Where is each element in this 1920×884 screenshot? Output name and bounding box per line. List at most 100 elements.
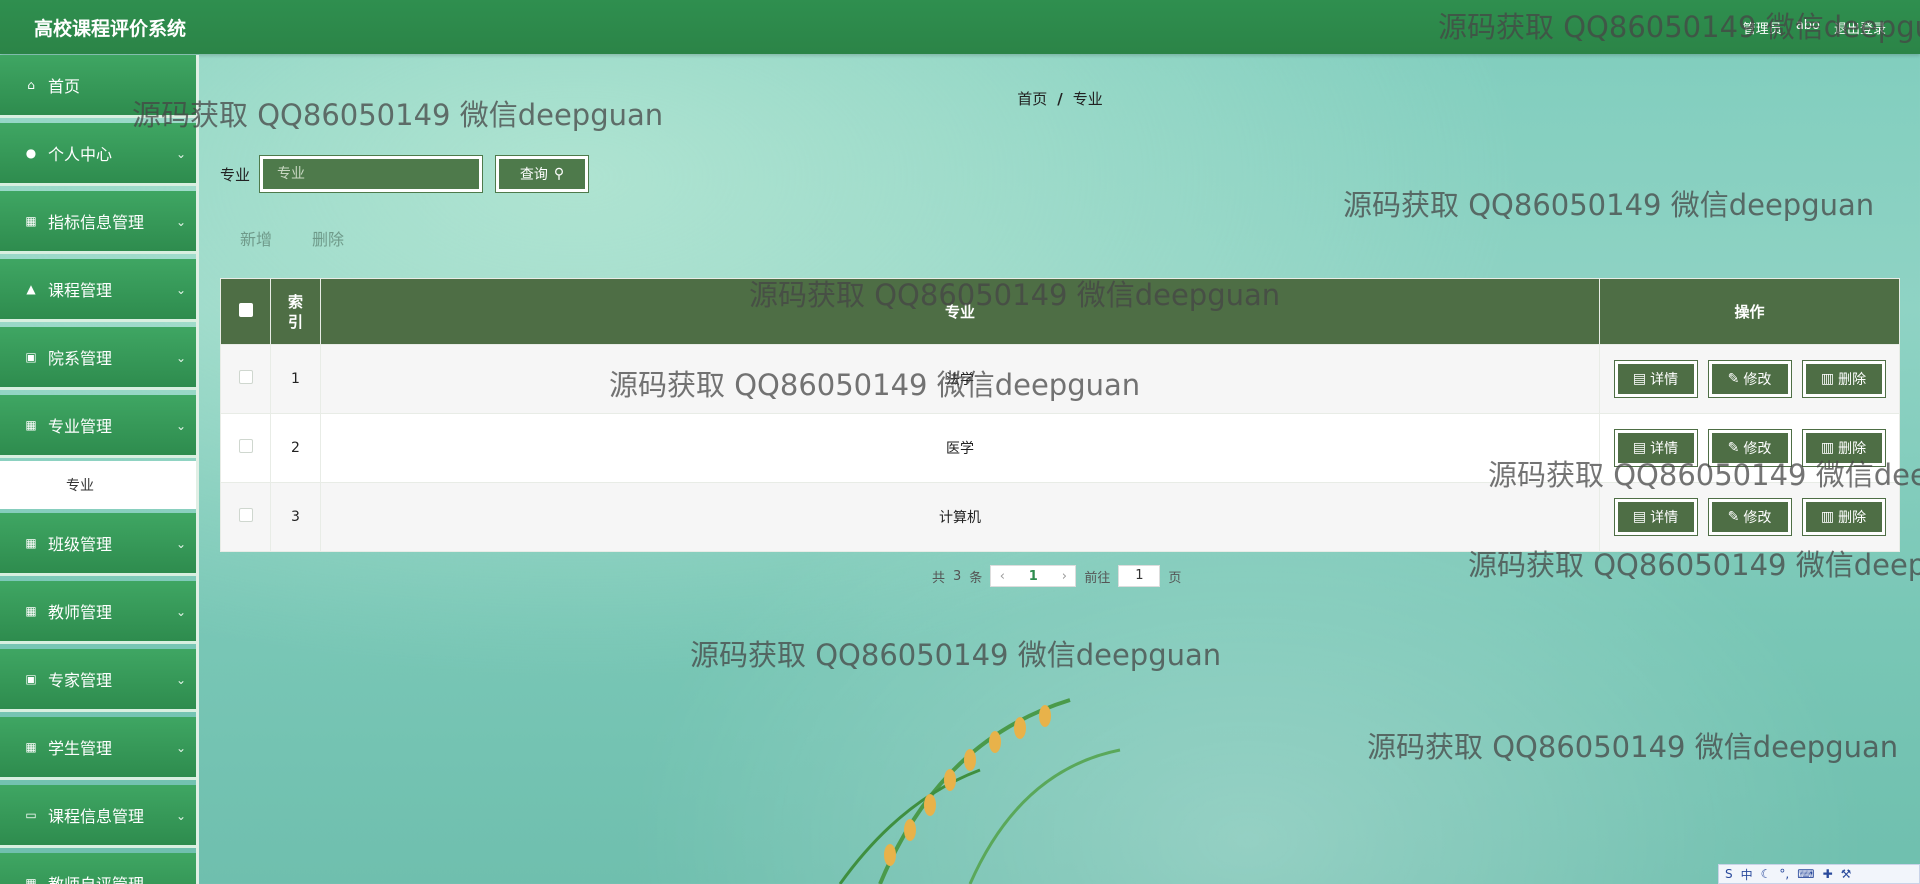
document-icon: ▤ [1632, 371, 1647, 387]
delete-button[interactable]: ▥ 删除 [1801, 360, 1886, 398]
pager-total: 3 [953, 568, 962, 584]
edit-button[interactable]: ✎ 修改 [1707, 360, 1792, 398]
chevron-down-icon: ⌄ [175, 351, 186, 365]
delete-label: 删除 [1838, 510, 1867, 526]
row-ops: ▤ 详情 ✎ 修改 ▥ 删除 [1599, 482, 1900, 552]
search-button[interactable]: 查询 ⚲ [495, 155, 590, 193]
header-major: 专业 [320, 278, 1600, 345]
current-page[interactable]: 1 [1013, 569, 1053, 584]
detail-label: 详情 [1650, 510, 1679, 526]
search-input[interactable] [259, 155, 484, 193]
ime-chinese-icon: 中 [1740, 867, 1753, 882]
sidebar-scrollbar[interactable] [196, 55, 199, 884]
sidebar-item-department[interactable]: ▣ 院系管理 ⌄ [0, 327, 196, 390]
sidebar-item-label: 学生管理 [48, 739, 113, 758]
select-all-checkbox[interactable] [238, 302, 253, 317]
user-icon: ● [25, 146, 37, 160]
sidebar-item-teacher[interactable]: ▦ 教师管理 ⌄ [0, 581, 196, 644]
pencil-icon: ✎ [1727, 440, 1740, 456]
sidebar-item-label: 教师管理 [48, 603, 113, 622]
header-index: 索引 [270, 278, 321, 345]
thumb-icon: ▲ [26, 282, 36, 296]
chevron-down-icon: ⌄ [175, 215, 186, 229]
grid-icon: ▦ [25, 418, 37, 432]
row-index: 2 [270, 413, 321, 483]
pager-controls: ‹ 1 › [990, 565, 1077, 587]
chevron-down-icon: ⌄ [175, 605, 186, 619]
prev-page-icon[interactable]: ‹ [991, 569, 1013, 584]
sidebar-item-major[interactable]: ▦ 专业管理 ⌄ [0, 395, 196, 458]
grid-icon: ▦ [25, 536, 37, 550]
grid-icon: ▦ [25, 876, 37, 884]
detail-button[interactable]: ▤ 详情 [1613, 498, 1698, 536]
table-header-row: 索引 专业 操作 [220, 278, 1900, 345]
chevron-down-icon: ⌄ [175, 741, 186, 755]
delete-label: 删除 [1838, 441, 1867, 457]
delete-button[interactable]: ▥ 删除 [1801, 498, 1886, 536]
add-button[interactable]: 新增 [240, 226, 272, 250]
chevron-down-icon: ⌄ [175, 877, 186, 884]
chevron-down-icon: ⌄ [175, 419, 186, 433]
sidebar-item-teacher-self-eval[interactable]: ▦ 教师自评管理 ⌄ [0, 853, 196, 884]
next-page-icon[interactable]: › [1053, 569, 1075, 584]
grid-icon: ▦ [25, 740, 37, 754]
clipboard-icon: ▣ [25, 672, 37, 686]
breadcrumb-home[interactable]: 首页 [1017, 90, 1047, 108]
sidebar-item-label: 课程管理 [48, 281, 113, 300]
detail-button[interactable]: ▤ 详情 [1613, 360, 1698, 398]
table-row: 3 计算机 ▤ 详情 ✎ 修改 ▥ 删除 [220, 482, 1900, 552]
monitor-icon: ▭ [25, 808, 37, 822]
edit-button[interactable]: ✎ 修改 [1707, 498, 1792, 536]
row-index: 1 [270, 344, 321, 414]
table-row: 1 法学 ▤ 详情 ✎ 修改 ▥ 删除 [220, 344, 1900, 414]
sidebar-item-indicator[interactable]: ▦ 指标信息管理 ⌄ [0, 191, 196, 254]
batch-delete-button[interactable]: 删除 [312, 226, 344, 250]
row-checkbox-cell [220, 482, 271, 552]
search-label: 专业 [220, 165, 251, 184]
chevron-down-icon: ⌄ [175, 283, 186, 297]
trash-icon: ▥ [1820, 509, 1835, 525]
ime-tools-icon: ✚ [1822, 867, 1833, 881]
pencil-icon: ✎ [1727, 371, 1740, 387]
sidebar-subitem-label: 专业 [66, 478, 94, 494]
plant-decoration [838, 698, 1121, 884]
edit-label: 修改 [1743, 372, 1772, 388]
app-title: 高校课程评价系统 [34, 17, 187, 40]
sidebar-item-class[interactable]: ▦ 班级管理 ⌄ [0, 513, 196, 576]
ime-punct-icon: °, [1779, 867, 1790, 881]
row-checkbox-cell [220, 344, 271, 414]
row-checkbox[interactable] [238, 370, 253, 384]
pager-goto-suffix: 页 [1168, 570, 1182, 586]
grid-icon: ▦ [25, 604, 37, 618]
logout-link[interactable]: 退出登录 [1834, 18, 1886, 37]
sidebar-item-label: 课程信息管理 [48, 807, 145, 826]
detail-label: 详情 [1650, 441, 1679, 457]
detail-button[interactable]: ▤ 详情 [1613, 429, 1698, 467]
row-checkbox[interactable] [238, 439, 253, 453]
ime-moon-icon: ☾ [1760, 867, 1772, 881]
header-ops: 操作 [1599, 278, 1900, 345]
delete-button[interactable]: ▥ 删除 [1801, 429, 1886, 467]
row-checkbox-cell [220, 413, 271, 483]
chevron-down-icon: ⌄ [175, 147, 186, 161]
select-all-cell [220, 278, 271, 345]
sidebar-item-student[interactable]: ▦ 学生管理 ⌄ [0, 717, 196, 780]
data-table: 索引 专业 操作 1 法学 ▤ 详情 ✎ 修改 ▥ 删除 2 医学 ▤ 详情 ✎ 修改 ▥ 删除 3… [220, 278, 1900, 552]
trash-icon: ▥ [1820, 440, 1835, 456]
ime-toolbar[interactable]: S 中 ☾ °, ⌨ ✚ ⚒ [1718, 864, 1920, 884]
search-button-label: 查询 [519, 167, 548, 183]
sidebar-item-personal[interactable]: ● 个人中心 ⌄ [0, 123, 196, 186]
action-bar: 新增 删除 [240, 226, 344, 250]
edit-button[interactable]: ✎ 修改 [1707, 429, 1792, 467]
sidebar-item-course-info[interactable]: ▭ 课程信息管理 ⌄ [0, 785, 196, 848]
sidebar-item-expert[interactable]: ▣ 专家管理 ⌄ [0, 649, 196, 712]
trash-icon: ▥ [1820, 371, 1835, 387]
chevron-down-icon: ⌄ [175, 673, 186, 687]
row-checkbox[interactable] [238, 508, 253, 522]
header-username: abo [1795, 17, 1820, 33]
search-icon: ⚲ [553, 166, 565, 182]
pager-goto-input[interactable]: 1 [1118, 565, 1161, 587]
sidebar: ⌂ 首页 ● 个人中心 ⌄ ▦ 指标信息管理 ⌄ ▲ 课程管理 ⌄ ▣ 院系管理… [0, 55, 196, 884]
sidebar-item-course[interactable]: ▲ 课程管理 ⌄ [0, 259, 196, 322]
sidebar-subitem-major[interactable]: 专业 [0, 461, 196, 509]
